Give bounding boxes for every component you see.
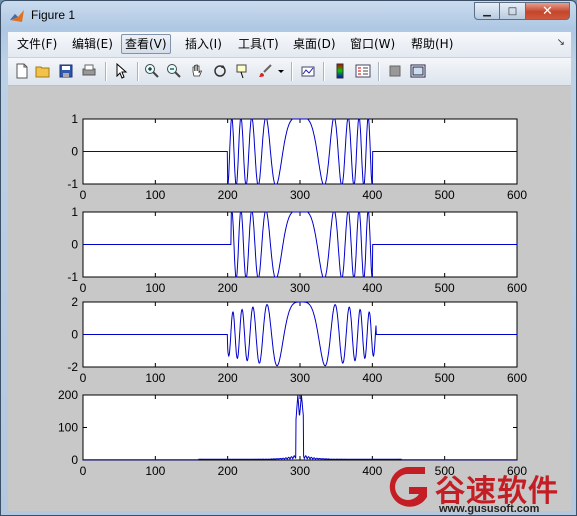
x-tick-label: 300: [290, 281, 310, 295]
x-tick-label: 300: [290, 371, 310, 385]
link-plot-icon[interactable]: [298, 61, 318, 81]
x-tick-label: 0: [80, 371, 87, 385]
y-tick-label: 1: [71, 205, 78, 219]
menu-help[interactable]: 帮助(H): [408, 35, 456, 53]
print-icon[interactable]: [79, 61, 99, 81]
figure-window: Figure 1 ▁ □ ✕ 文件(F) 编辑(E) 查看(V) 插入(I) 工…: [0, 0, 577, 516]
pointer-icon[interactable]: [111, 61, 131, 81]
legend-icon[interactable]: [353, 61, 373, 81]
pan-hand-icon[interactable]: [187, 61, 207, 81]
matlab-app-icon: [10, 10, 24, 22]
x-tick-label: 0: [80, 188, 87, 202]
new-figure-icon[interactable]: [12, 61, 32, 81]
x-tick-label: 100: [145, 281, 165, 295]
subplots-svg: 0 100 200 300 400 500 60010-10 100 200 300 400 500 6…: [58, 112, 527, 478]
zoom-in-icon[interactable]: [142, 61, 162, 81]
x-tick-label: 100: [145, 188, 165, 202]
x-tick-label: 300: [290, 464, 310, 478]
menu-edit[interactable]: 编辑(E): [69, 35, 116, 53]
x-tick-label: 600: [507, 281, 527, 295]
watermark-logo: [389, 467, 427, 507]
x-tick-label: 400: [362, 371, 382, 385]
menu-tools[interactable]: 工具(T): [235, 35, 282, 53]
show-plot-tools-icon[interactable]: [408, 61, 428, 81]
save-icon[interactable]: [56, 61, 76, 81]
x-tick-label: 400: [362, 188, 382, 202]
y-tick-label: 0: [71, 145, 78, 159]
y-tick-label: 200: [58, 388, 78, 402]
window-title: Figure 1: [31, 8, 76, 22]
y-tick-label: 0: [71, 238, 78, 252]
x-tick-label: 0: [80, 464, 87, 478]
subplot-1[interactable]: 0 100 200 300 400 500 60010-1: [67, 112, 527, 202]
subplot-2[interactable]: 0 100 200 300 400 500 60010-1: [67, 205, 527, 295]
watermark-url: www.gususoft.com: [439, 503, 540, 515]
x-tick-label: 500: [435, 371, 455, 385]
y-tick-label: 0: [71, 328, 78, 342]
y-tick-label: -1: [67, 177, 78, 191]
x-tick-label: 100: [145, 371, 165, 385]
x-tick-label: 500: [435, 188, 455, 202]
brush-dropdown-icon[interactable]: [276, 61, 286, 81]
close-button[interactable]: ✕: [526, 2, 570, 20]
y-tick-label: -1: [67, 270, 78, 284]
subplot-3[interactable]: 0 100 200 300 400 500 60020-2: [67, 295, 527, 385]
x-tick-label: 600: [507, 188, 527, 202]
watermark: 谷速软件 www.gususoft.com: [377, 463, 577, 516]
menu-bar: 文件(F) 编辑(E) 查看(V) 插入(I) 工具(T) 桌面(D) 窗口(W…: [8, 32, 571, 58]
figure-toolbar: [8, 58, 571, 86]
menu-desktop[interactable]: 桌面(D): [290, 35, 339, 53]
maximize-icon: □: [507, 5, 518, 17]
x-tick-label: 500: [435, 281, 455, 295]
data-cursor-icon[interactable]: [233, 61, 253, 81]
menu-overflow-icon[interactable]: ↘: [557, 37, 565, 48]
zoom-out-icon[interactable]: [164, 61, 184, 81]
brush-icon[interactable]: [256, 61, 276, 81]
menu-file[interactable]: 文件(F): [14, 35, 60, 53]
x-tick-label: 600: [507, 371, 527, 385]
open-file-icon[interactable]: [33, 61, 53, 81]
close-icon: ✕: [542, 3, 553, 19]
minimize-icon: ▁: [483, 5, 491, 17]
window-controls: ▁ □ ✕: [474, 2, 570, 20]
x-tick-label: 200: [218, 281, 238, 295]
y-tick-label: 1: [71, 112, 78, 126]
figure-canvas[interactable]: 0 100 200 300 400 500 600 1 0 -1 0 100 200 300 400 500 6…: [8, 86, 571, 511]
x-tick-label: 300: [290, 188, 310, 202]
y-tick-label: 2: [71, 295, 78, 309]
colorbar-icon[interactable]: [330, 61, 350, 81]
minimize-button[interactable]: ▁: [474, 2, 500, 20]
y-tick-label: 100: [58, 421, 78, 435]
x-tick-label: 200: [218, 464, 238, 478]
menu-window[interactable]: 窗口(W): [347, 35, 398, 53]
maximize-button[interactable]: □: [500, 2, 526, 20]
menu-view[interactable]: 查看(V): [121, 34, 171, 54]
hide-plot-tools-icon[interactable]: [385, 61, 405, 81]
axes-box: [82, 394, 518, 461]
y-tick-label: 0: [71, 453, 78, 467]
x-tick-label: 200: [218, 188, 238, 202]
menu-insert[interactable]: 插入(I): [182, 35, 225, 53]
title-bar[interactable]: Figure 1 ▁ □ ✕: [1, 1, 576, 31]
rotate-3d-icon[interactable]: [210, 61, 230, 81]
y-tick-label: -2: [67, 360, 78, 374]
x-tick-label: 100: [145, 464, 165, 478]
x-tick-label: 200: [218, 371, 238, 385]
x-tick-label: 0: [80, 281, 87, 295]
x-tick-label: 400: [362, 281, 382, 295]
